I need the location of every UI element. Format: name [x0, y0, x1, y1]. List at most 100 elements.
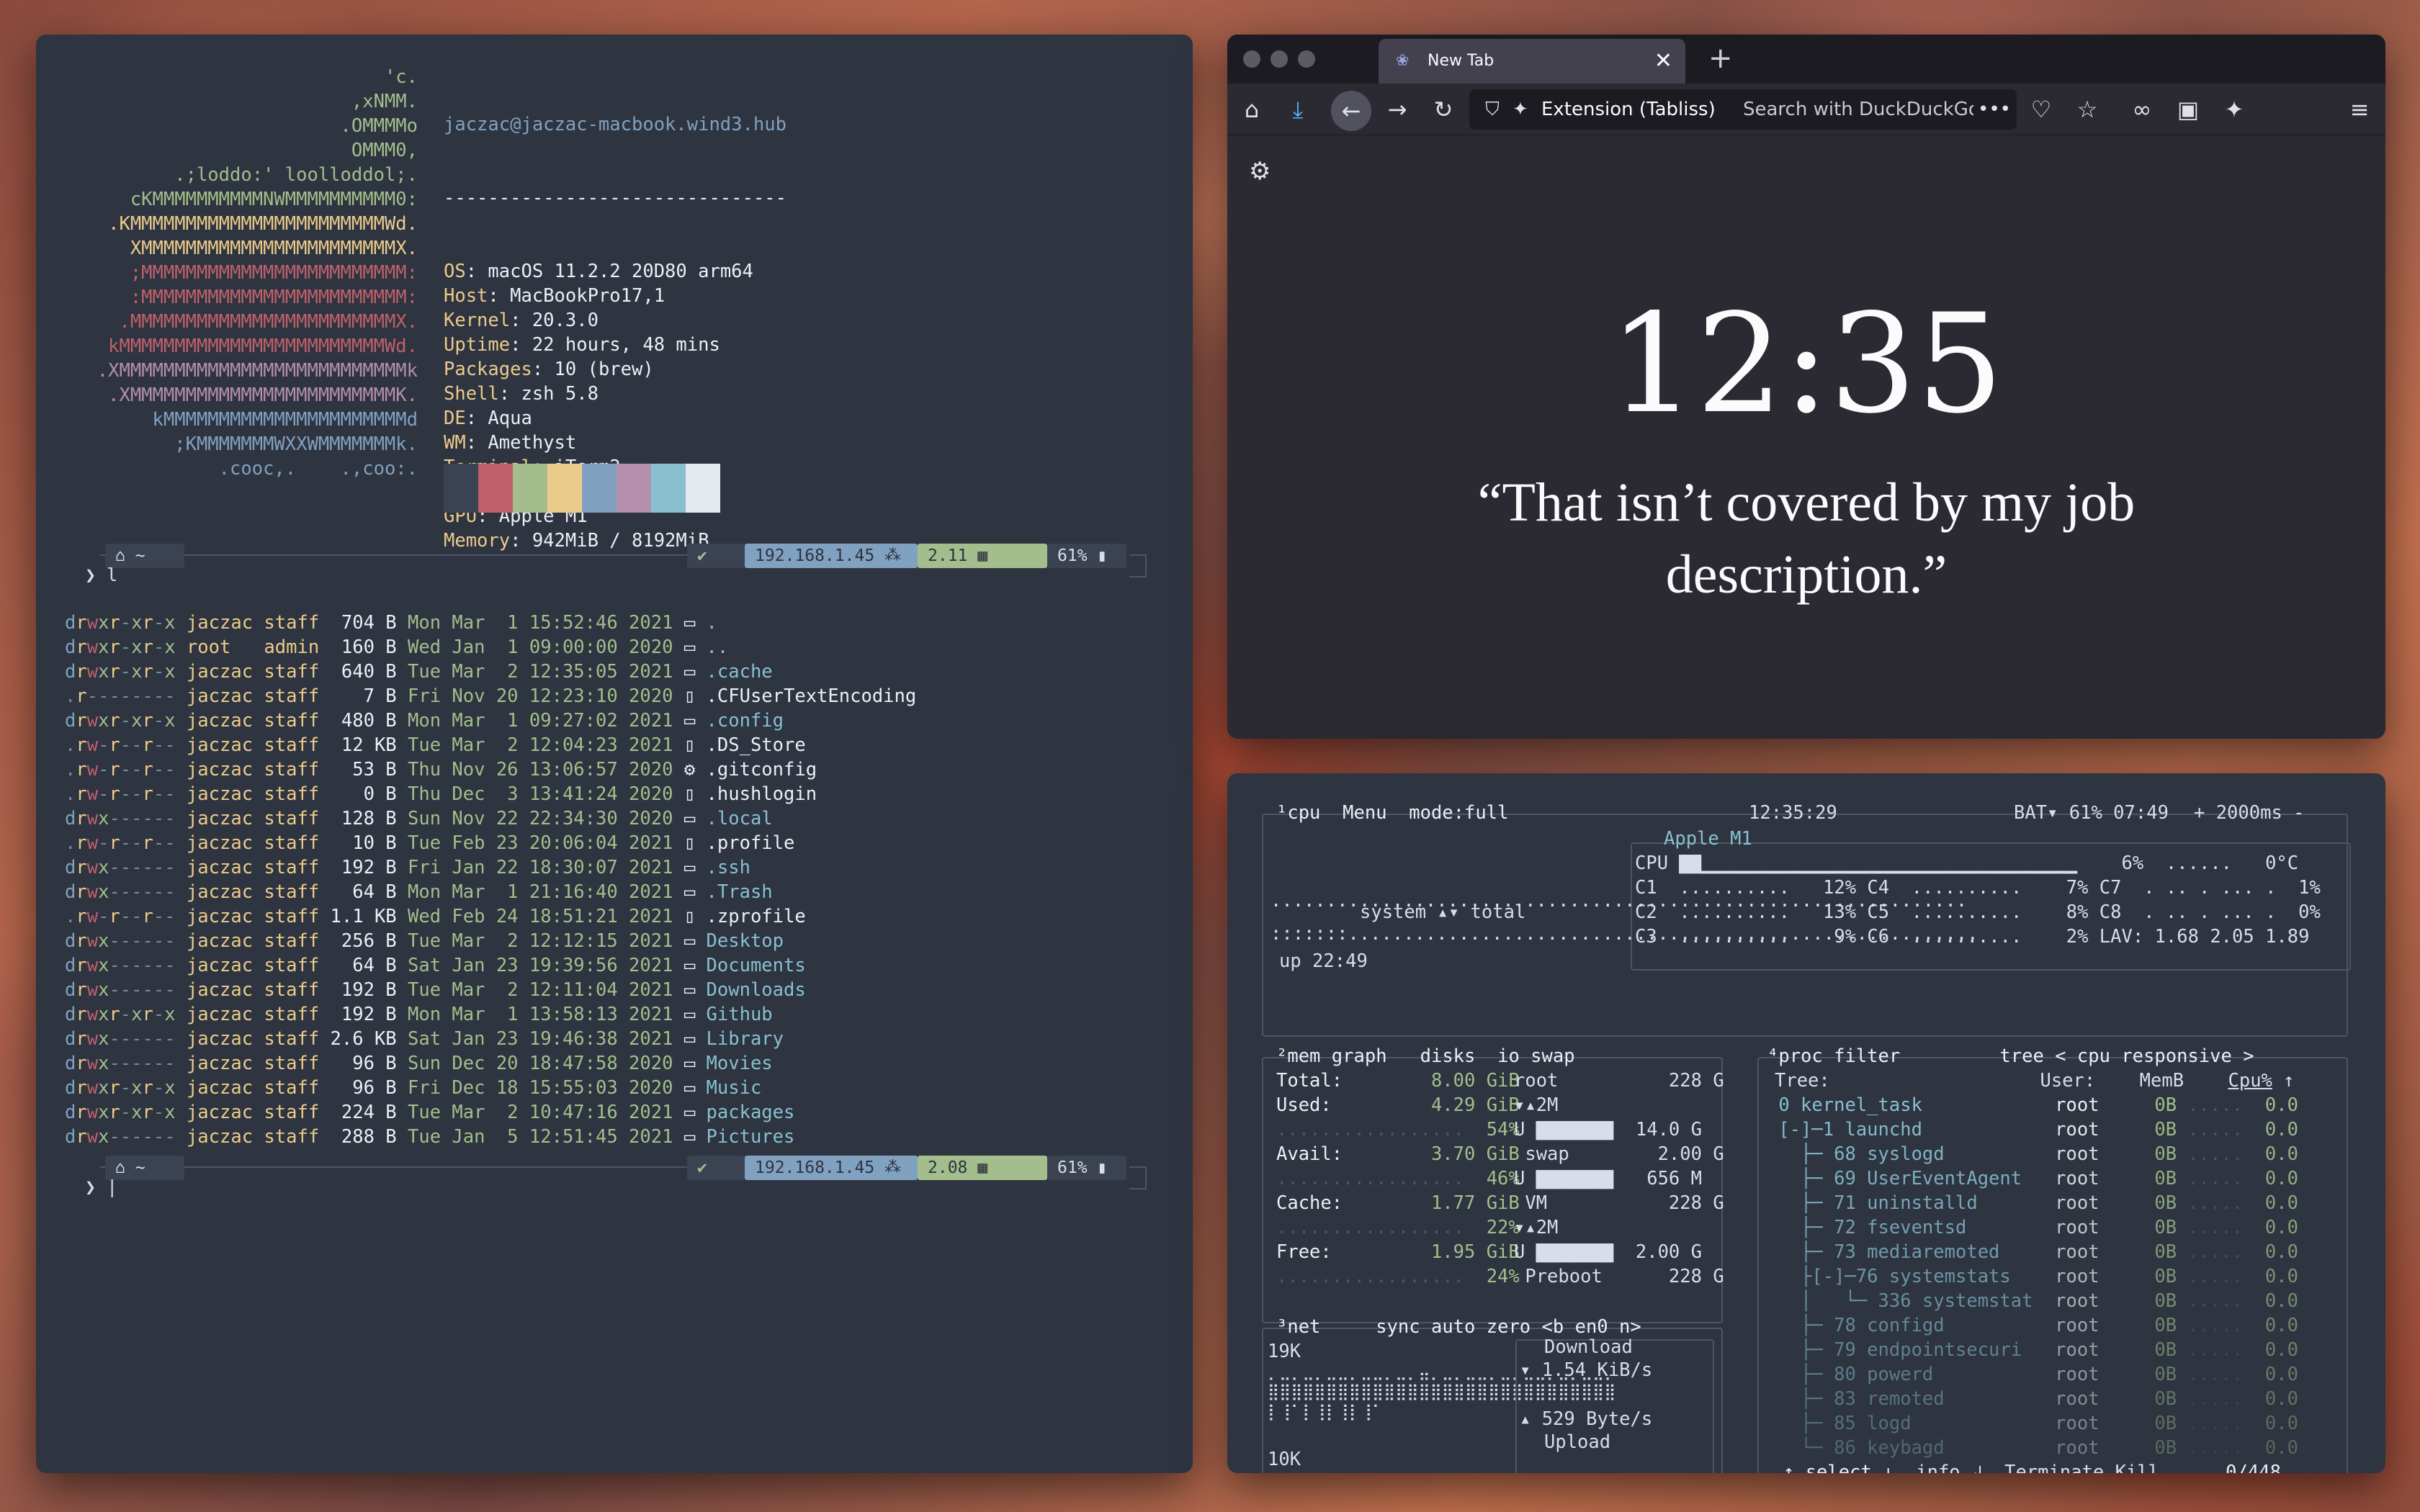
perm-char: -	[153, 685, 165, 707]
hamburger-menu-icon[interactable]: ≡	[2344, 94, 2375, 125]
url-input[interactable]: Search with DuckDuckGo or enter address	[1743, 89, 1973, 130]
perm-char: -	[131, 979, 143, 1001]
cpu-graph-bottom: :::::::.................................…	[1270, 923, 1978, 945]
perm-char: r	[76, 636, 87, 658]
ls-name: packages	[706, 1102, 795, 1123]
col-tree[interactable]: Tree:	[1775, 1070, 1830, 1092]
ls-group: staff	[253, 734, 320, 756]
proc-cpu: 0.0	[2243, 1094, 2298, 1116]
cpu-title: ¹cpu	[1276, 802, 1321, 824]
info-key: Host	[444, 285, 488, 307]
ls-date: Mon Mar 1 09:27:02 2021	[396, 710, 673, 732]
perm-char: r	[76, 808, 87, 829]
pocket-icon[interactable]: ♡	[2025, 94, 2057, 125]
minimize-window-button[interactable]	[1270, 50, 1288, 68]
perm-char: r	[142, 759, 153, 780]
close-window-button[interactable]	[1243, 50, 1260, 68]
filter-input[interactable]: filter	[1834, 1045, 1900, 1067]
download-icon[interactable]: ⤓	[1282, 94, 1314, 125]
ls-group: staff	[253, 1102, 320, 1123]
forward-icon[interactable]: →	[1381, 94, 1413, 125]
perm-char: w	[86, 1028, 99, 1050]
color-swatch	[582, 464, 617, 513]
proc-user: root	[2055, 1119, 2133, 1140]
ls-group: staff	[253, 930, 320, 952]
process-list[interactable]: 0 kernel_task root 0B ..... 0.0 [-]─1 la…	[1767, 1093, 2298, 1460]
proc-name: ├─ 73 mediaremoted	[1767, 1241, 2056, 1263]
shield-icon[interactable]: ⛉	[1478, 89, 1507, 130]
mem-key: Used:	[1276, 1094, 1365, 1116]
btop-window[interactable]: ¹cpu Menu mode:full 12:35:29 BAT▾ 61% 07…	[1227, 773, 2385, 1473]
info-button[interactable]: info ↲	[1916, 1462, 1982, 1473]
auto-toggle[interactable]: auto	[1431, 1316, 1475, 1338]
perm-char: d	[65, 930, 76, 952]
perm-char: d	[65, 1077, 76, 1099]
page-actions-icon[interactable]: •••	[1978, 89, 2011, 130]
ls-name: .cache	[706, 661, 773, 683]
close-tab-icon[interactable]: ✕	[1654, 39, 1672, 84]
perm-char: r	[109, 783, 120, 805]
swap-toggle[interactable]: swap	[1531, 1045, 1574, 1067]
info-value: : 10 (brew)	[532, 359, 654, 380]
kill-button[interactable]: Kill	[2115, 1462, 2159, 1473]
sort-selector[interactable]: < cpu responsive >	[2055, 1045, 2254, 1067]
url-bar[interactable]: ⛉ ✦ Extension (Tabliss) Search with DuckD…	[1469, 89, 2017, 130]
perm-char: -	[142, 685, 153, 707]
tree-toggle[interactable]: tree	[1999, 1045, 2043, 1067]
col-mem[interactable]: MemB	[2140, 1070, 2184, 1092]
mode-button[interactable]: mode:full	[1409, 802, 1508, 824]
perm-char: -	[131, 734, 143, 756]
perm-char: r	[109, 906, 120, 927]
perm-char: -	[131, 808, 143, 829]
proc-name: [-]─1 launchd	[1767, 1119, 2056, 1140]
bookmark-star-icon[interactable]: ☆	[2071, 94, 2103, 125]
prompt-ip-segment: 192.168.1.45 ⁂	[745, 1156, 918, 1180]
ls-group: staff	[253, 759, 320, 780]
sync-toggle[interactable]: sync	[1376, 1316, 1420, 1338]
zoom-window-button[interactable]	[1298, 50, 1315, 68]
mem-value: 3.70 GiB	[1364, 1143, 1520, 1165]
perm-char: -	[120, 1077, 132, 1099]
ls-row: .rw-r--r-- jaczac staff 0 B Thu Dec 3 13…	[65, 782, 916, 806]
browser-window[interactable]: ❀ New Tab ✕ + ⌂ ⤓ ← → ↻ ⛉ ✦ Extension (Ta…	[1227, 35, 2385, 739]
col-user[interactable]: User:	[2040, 1070, 2095, 1092]
logo-line: .KMMMMMMMMMMMMMMMMMMMMMMMWd.	[108, 213, 418, 235]
ls-user: jaczac	[175, 857, 254, 878]
zero-toggle[interactable]: zero	[1487, 1316, 1531, 1338]
info-line: Kernel: 20.3.0	[444, 308, 786, 333]
perm-char: -	[109, 685, 120, 707]
proc-graph: .....	[2177, 1094, 2244, 1116]
disk-line: U ▇▇▇▇▇▇▇ 14.0 G	[1514, 1119, 1702, 1140]
home-icon[interactable]: ⌂	[1236, 94, 1268, 125]
info-key: Packages	[444, 359, 532, 380]
terminal-window[interactable]: 'c. ,xNMM. .OMMMMo OMMM0, .;loddo:' loollodd…	[36, 35, 1193, 1473]
menu-button[interactable]: Menu	[1343, 802, 1386, 824]
perm-char: -	[86, 685, 99, 707]
perm-char: -	[131, 832, 143, 854]
private-mask-icon[interactable]: ∞	[2126, 94, 2158, 125]
perm-char: -	[120, 685, 132, 707]
perm-char: r	[76, 685, 87, 707]
mem-bar: ................. 24%	[1276, 1264, 1520, 1289]
update-rate[interactable]: + 2000ms -	[2194, 801, 2305, 825]
process-row: └─ 86 keybagd root 0B ..... 0.0	[1767, 1436, 2298, 1460]
folder-icon[interactable]: ▣	[2172, 94, 2204, 125]
tab-new-tab[interactable]: ❀ New Tab ✕	[1379, 39, 1685, 84]
graph-toggle[interactable]: graph	[1332, 1045, 1387, 1067]
perm-char: r	[76, 906, 87, 927]
user-host: jaczac@jaczac-macbook.wind3.hub	[444, 114, 786, 135]
back-icon[interactable]: ←	[1331, 91, 1371, 131]
select-control[interactable]: ↑ select ↓	[1783, 1462, 1894, 1473]
new-tab-button[interactable]: +	[1708, 42, 1733, 75]
reload-icon[interactable]: ↻	[1428, 94, 1459, 125]
proc-cpu: 0.0	[2243, 1364, 2298, 1385]
mem-title: ²mem	[1276, 1045, 1321, 1067]
ls-name: Documents	[706, 955, 806, 976]
extensions-icon[interactable]: ✦	[2218, 94, 2250, 125]
col-cpu[interactable]: Cpu%	[2228, 1070, 2272, 1092]
command-input[interactable]: ❯ |	[85, 1176, 117, 1197]
settings-gear-icon[interactable]: ⚙	[1249, 157, 1270, 186]
io-toggle[interactable]: io	[1497, 1045, 1520, 1067]
terminate-button[interactable]: Terminate	[2004, 1462, 2104, 1473]
extension-identity[interactable]: ✦ Extension (Tabliss)	[1512, 89, 1716, 130]
